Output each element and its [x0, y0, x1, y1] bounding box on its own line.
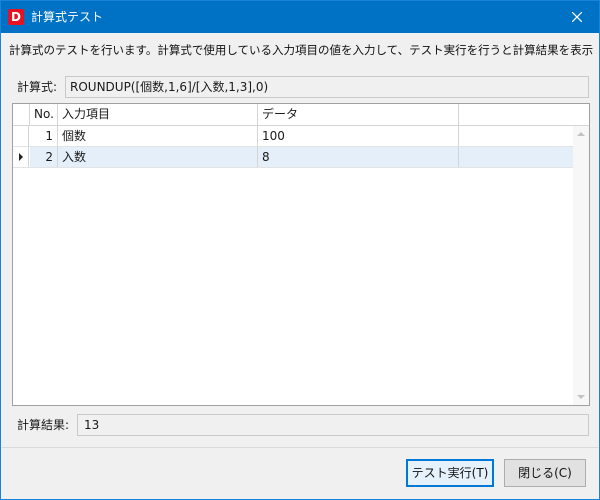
cell-data[interactable]: 100: [258, 126, 459, 146]
table-row[interactable]: 1 個数 100: [13, 126, 573, 147]
column-header-item[interactable]: 入力項目: [58, 104, 258, 125]
close-button[interactable]: 閉じる(C): [504, 459, 586, 487]
input-grid: No. 入力項目 データ 1 個数 100 2 入数 8: [12, 103, 590, 406]
result-label: 計算結果:: [17, 418, 70, 432]
app-logo-icon: D: [8, 9, 24, 25]
close-window-button[interactable]: [555, 1, 599, 33]
dialog-window: D 計算式テスト 計算式のテストを行います。計算式で使用している入力項目の値を入…: [0, 0, 600, 500]
formula-label: 計算式:: [17, 80, 58, 94]
title-bar[interactable]: D 計算式テスト: [1, 1, 599, 33]
cell-filler: [459, 126, 573, 146]
run-test-button[interactable]: テスト実行(T): [406, 459, 494, 487]
cell-filler: [459, 147, 573, 167]
close-icon: [572, 12, 582, 22]
current-row-arrow-icon: [18, 153, 23, 161]
formula-field: ROUNDUP([個数,1,6]/[入数,1,3],0): [65, 76, 589, 98]
cell-item: 入数: [58, 147, 258, 167]
column-header-no[interactable]: No.: [30, 104, 58, 125]
scroll-up-icon[interactable]: [577, 132, 585, 136]
description-text: 計算式のテストを行います。計算式で使用している入力項目の値を入力して、テスト実行…: [9, 43, 594, 57]
grid-header: No. 入力項目 データ: [13, 104, 589, 126]
cell-no: 2: [30, 147, 58, 167]
cell-item: 個数: [58, 126, 258, 146]
row-header[interactable]: [13, 126, 29, 146]
row-header[interactable]: [13, 147, 29, 167]
cell-no: 1: [30, 126, 58, 146]
result-field: 13: [77, 414, 589, 436]
cell-data[interactable]: 8: [258, 147, 459, 167]
scroll-down-icon[interactable]: [577, 395, 585, 399]
column-header-data[interactable]: データ: [258, 104, 459, 125]
window-title: 計算式テスト: [31, 10, 104, 24]
column-header-filler: [459, 104, 589, 125]
row-header-corner: [13, 104, 30, 125]
table-row[interactable]: 2 入数 8: [13, 147, 573, 168]
vertical-scrollbar[interactable]: [573, 126, 589, 405]
